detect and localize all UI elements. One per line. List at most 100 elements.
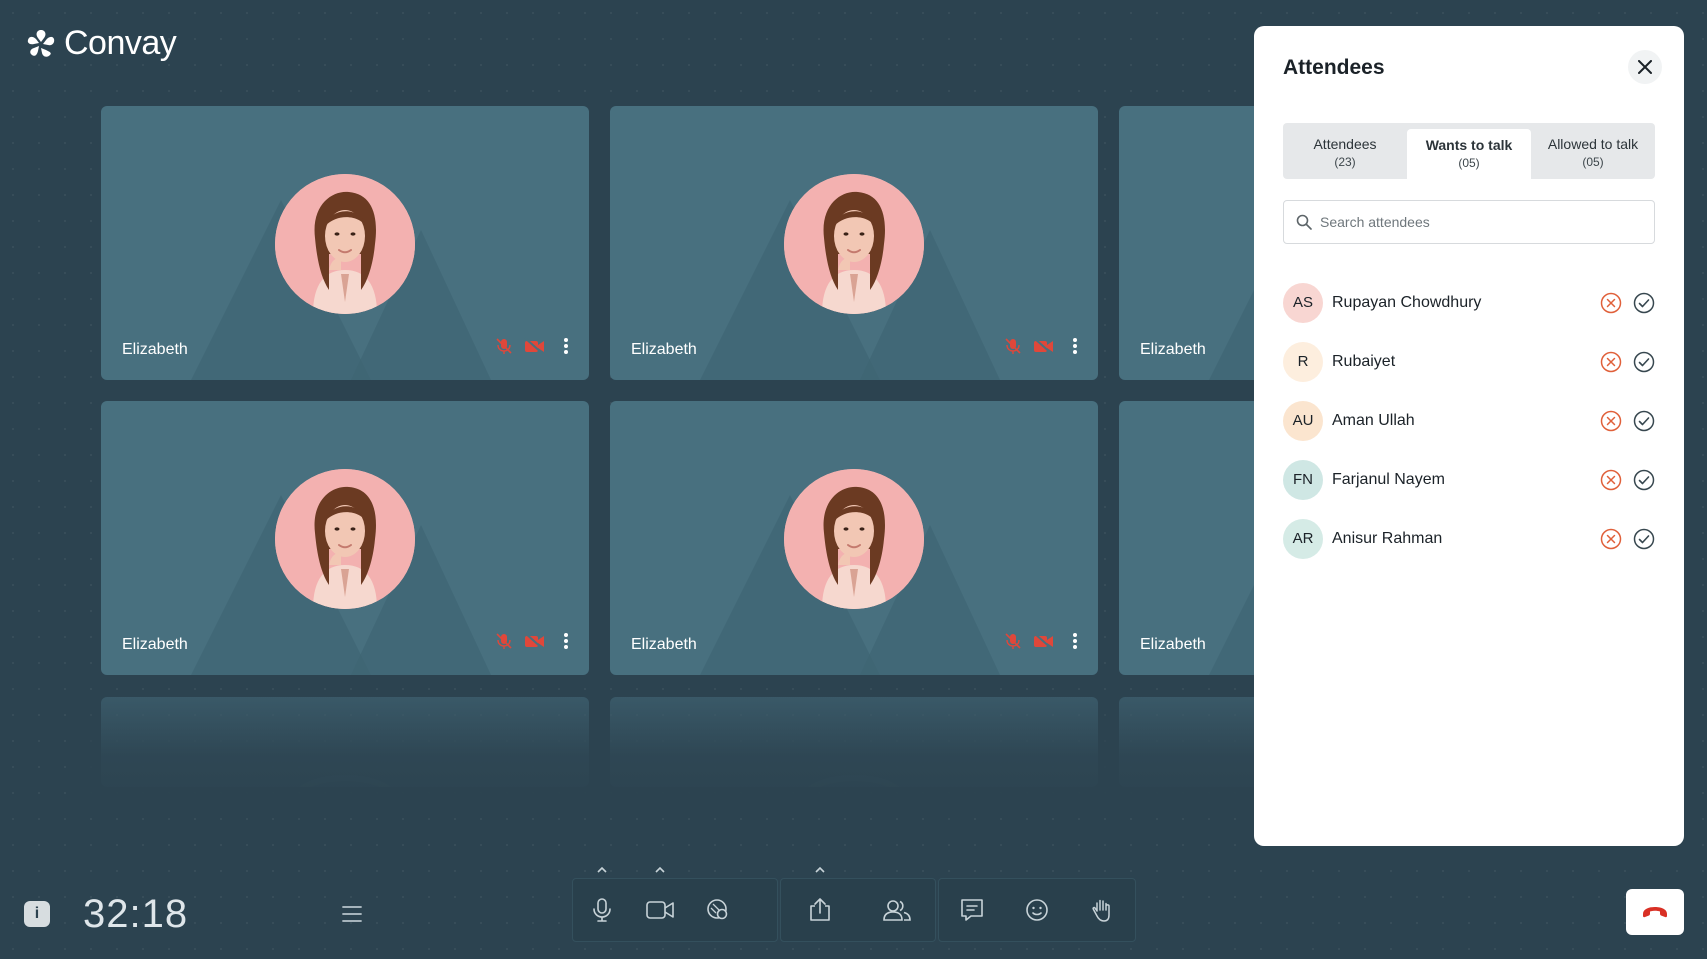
hang-up-icon: [1643, 907, 1667, 918]
tile-status-icons: [495, 632, 569, 655]
panel-title: Attendees: [1283, 56, 1385, 79]
attendee-actions: [1600, 292, 1655, 314]
participant-name: Elizabeth: [122, 636, 188, 653]
tab-count: (05): [1582, 155, 1604, 169]
info-icon: i: [34, 905, 40, 922]
end-call-button[interactable]: [1626, 889, 1684, 935]
more-options-icon: [1073, 338, 1077, 354]
interaction-controls: [938, 878, 1136, 942]
mic-status: [495, 632, 513, 655]
participant-avatar: [275, 469, 415, 609]
menu-button[interactable]: [340, 902, 364, 926]
reject-icon[interactable]: [1600, 292, 1622, 314]
tab-wants-to-talk[interactable]: Wants to talk (05): [1407, 129, 1531, 179]
convay-logo-icon: [27, 29, 55, 57]
search-icon: [1296, 214, 1312, 230]
attendee-row: FN Farjanul Nayem: [1283, 450, 1655, 509]
more-options-icon: [564, 633, 568, 649]
attendee-name: Rupayan Chowdhury: [1332, 293, 1482, 311]
participant-photo: [275, 174, 415, 314]
share-options-caret[interactable]: [812, 862, 828, 878]
participant-name: Elizabeth: [1140, 341, 1206, 358]
accept-icon[interactable]: [1633, 469, 1655, 491]
microphone-button[interactable]: [573, 866, 631, 942]
accept-icon[interactable]: [1633, 410, 1655, 432]
participant-avatar: [784, 469, 924, 609]
attendee-name: Aman Ullah: [1332, 411, 1415, 429]
reject-icon[interactable]: [1600, 469, 1622, 491]
reactions-button[interactable]: [1004, 878, 1069, 942]
attendee-row: AU Aman Ullah: [1283, 391, 1655, 450]
attendee-avatar: R: [1283, 341, 1323, 382]
share-screen-icon: [809, 898, 830, 921]
attendee-list: AS Rupayan Chowdhury R Rubaiyet AU Aman Ullah…: [1283, 273, 1655, 568]
attendee-row: AS Rupayan Chowdhury: [1283, 273, 1655, 332]
participant-name: Elizabeth: [631, 341, 697, 358]
tab-count: (05): [1458, 156, 1480, 170]
chat-icon: [960, 899, 983, 921]
close-panel-button[interactable]: [1628, 50, 1662, 84]
more-options-icon: [1073, 633, 1077, 649]
attendee-avatar: AS: [1283, 282, 1323, 323]
share-controls: [780, 866, 936, 942]
tile-status-icons: [1004, 337, 1078, 360]
video-camera-icon: [646, 901, 674, 919]
camera-options-caret[interactable]: [652, 862, 668, 878]
participant-name: Elizabeth: [122, 341, 188, 358]
accept-icon[interactable]: [1633, 528, 1655, 550]
tile-more-button[interactable]: [563, 632, 569, 655]
mic-options-caret[interactable]: [594, 862, 610, 878]
accept-icon[interactable]: [1633, 292, 1655, 314]
camera-status: [523, 337, 545, 360]
media-controls: [572, 866, 778, 942]
video-tile[interactable]: Elizabeth: [101, 106, 589, 380]
tile-status-icons: [495, 337, 569, 360]
logo-text: Convay: [64, 24, 177, 62]
camera-status: [1032, 337, 1054, 360]
chat-button[interactable]: [939, 878, 1004, 942]
reject-icon[interactable]: [1600, 528, 1622, 550]
participant-avatar: [784, 174, 924, 314]
camera-off-icon: [1033, 632, 1053, 650]
participant-name: Elizabeth: [631, 636, 697, 653]
participant-name: Elizabeth: [1140, 636, 1206, 653]
video-tile[interactable]: Elizabeth: [101, 401, 589, 675]
attendee-tabs: Attendees (23) Wants to talk (05) Allowe…: [1283, 123, 1655, 179]
accept-icon[interactable]: [1633, 351, 1655, 373]
attendee-name: Rubaiyet: [1332, 352, 1396, 370]
camera-status: [1032, 632, 1054, 655]
tab-attendees[interactable]: Attendees (23): [1283, 123, 1407, 179]
tab-label: Allowed to talk: [1547, 136, 1639, 152]
camera-off-icon: [524, 337, 544, 355]
participants-button[interactable]: [858, 878, 935, 942]
tab-allowed-to-talk[interactable]: Allowed to talk (05): [1531, 123, 1655, 179]
tile-status-icons: [1004, 632, 1078, 655]
reject-icon[interactable]: [1600, 351, 1622, 373]
camera-off-icon: [1033, 337, 1053, 355]
background-effects-button[interactable]: [689, 878, 747, 942]
attendee-row: R Rubaiyet: [1283, 332, 1655, 391]
share-screen-button[interactable]: [781, 866, 858, 942]
video-tile[interactable]: Elizabeth: [610, 401, 1098, 675]
tile-more-button[interactable]: [1072, 337, 1078, 360]
attendee-actions: [1600, 351, 1655, 373]
close-icon: [1638, 60, 1652, 74]
search-input[interactable]: [1320, 214, 1640, 230]
raise-hand-icon: [1092, 899, 1111, 922]
reject-icon[interactable]: [1600, 410, 1622, 432]
emoji-icon: [1026, 899, 1048, 921]
attendee-actions: [1600, 469, 1655, 491]
participant-photo: [275, 469, 415, 609]
info-button[interactable]: i: [24, 901, 50, 927]
tile-more-button[interactable]: [563, 337, 569, 360]
attendee-name: Farjanul Nayem: [1332, 470, 1445, 488]
tile-more-button[interactable]: [1072, 632, 1078, 655]
video-tile[interactable]: Elizabeth: [610, 106, 1098, 380]
participant-photo: [784, 469, 924, 609]
raise-hand-button[interactable]: [1070, 878, 1135, 942]
mic-off-icon: [496, 338, 512, 354]
hamburger-icon: [342, 906, 362, 922]
mic-status: [1004, 632, 1022, 655]
bottom-toolbar: i 32:18: [0, 860, 1707, 959]
camera-button[interactable]: [631, 866, 689, 942]
